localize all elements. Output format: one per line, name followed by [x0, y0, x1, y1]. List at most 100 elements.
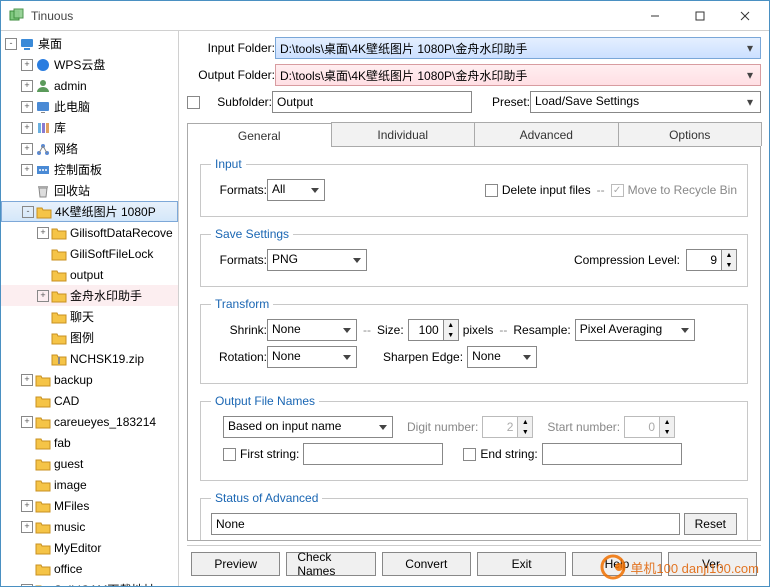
- expand-icon[interactable]: +: [21, 416, 33, 428]
- expand-icon[interactable]: +: [21, 122, 33, 134]
- save-fieldset: Save Settings Formats: PNG Compression L…: [200, 227, 748, 287]
- size-label: Size:: [377, 323, 404, 337]
- tree-node[interactable]: + backup: [1, 369, 178, 390]
- ver-button[interactable]: Ver.: [668, 552, 757, 576]
- size-spinner[interactable]: ▲▼: [408, 319, 459, 341]
- compression-label: Compression Level:: [574, 253, 680, 267]
- expand-icon[interactable]: [21, 479, 33, 491]
- tree-node[interactable]: output: [1, 264, 178, 285]
- tree-node[interactable]: 图例: [1, 327, 178, 348]
- expand-icon[interactable]: +: [21, 80, 33, 92]
- maximize-button[interactable]: [677, 2, 722, 30]
- tree-node[interactable]: +GilisoftDataRecove: [1, 222, 178, 243]
- tree-node[interactable]: office: [1, 558, 178, 579]
- expand-icon[interactable]: -: [5, 38, 17, 50]
- tree-node[interactable]: + SolidCAM下载地址: [1, 579, 178, 586]
- expand-icon[interactable]: +: [21, 521, 33, 533]
- name-base-select[interactable]: Based on input name: [223, 416, 393, 438]
- tree-node[interactable]: -4K壁纸图片 1080P: [1, 201, 178, 222]
- tree-node[interactable]: GiliSoftFileLock: [1, 243, 178, 264]
- minimize-button[interactable]: [632, 2, 677, 30]
- tree-label: SolidCAM下载地址: [54, 581, 155, 586]
- tab-advanced[interactable]: Advanced: [474, 122, 619, 146]
- expand-icon[interactable]: [37, 332, 49, 344]
- tree-node[interactable]: image: [1, 474, 178, 495]
- expand-icon[interactable]: [21, 395, 33, 407]
- expand-icon[interactable]: +: [21, 500, 33, 512]
- subfolder-input[interactable]: [272, 91, 472, 113]
- exit-button[interactable]: Exit: [477, 552, 566, 576]
- tree-node[interactable]: +网络: [1, 138, 178, 159]
- tree-node[interactable]: +控制面板: [1, 159, 178, 180]
- subfolder-checkbox[interactable]: [187, 96, 200, 109]
- preview-button[interactable]: Preview: [191, 552, 280, 576]
- tree-node[interactable]: + admin: [1, 75, 178, 96]
- tree-node[interactable]: +music: [1, 516, 178, 537]
- tree-label: careueyes_183214: [54, 415, 156, 429]
- expand-icon[interactable]: +: [21, 374, 33, 386]
- shrink-select[interactable]: None: [267, 319, 357, 341]
- end-string-checkbox[interactable]: [463, 448, 476, 461]
- tree-label: backup: [54, 373, 93, 387]
- output-folder-combo[interactable]: D:\tools\桌面\4K壁纸图片 1080P\金舟水印助手▾: [275, 64, 761, 86]
- tree-node[interactable]: 聊天: [1, 306, 178, 327]
- expand-icon[interactable]: -: [22, 206, 34, 218]
- first-string-input[interactable]: [303, 443, 443, 465]
- convert-button[interactable]: Convert: [382, 552, 471, 576]
- first-string-checkbox[interactable]: [223, 448, 236, 461]
- expand-icon[interactable]: [21, 185, 33, 197]
- expand-icon[interactable]: +: [37, 227, 49, 239]
- tree-node[interactable]: + careueyes_183214: [1, 411, 178, 432]
- tab-individual[interactable]: Individual: [331, 122, 476, 146]
- tree-node[interactable]: fab: [1, 432, 178, 453]
- tree-label: GiliSoftFileLock: [70, 247, 153, 261]
- sharpen-label: Sharpen Edge:: [383, 350, 463, 364]
- expand-icon[interactable]: +: [37, 290, 49, 302]
- preset-combo[interactable]: Load/Save Settings▾: [530, 91, 761, 113]
- compression-spinner[interactable]: ▲▼: [686, 249, 737, 271]
- expand-icon[interactable]: +: [21, 584, 33, 587]
- expand-icon[interactable]: +: [21, 101, 33, 113]
- tree-node[interactable]: CAD: [1, 390, 178, 411]
- expand-icon[interactable]: +: [21, 164, 33, 176]
- status-input[interactable]: [211, 513, 680, 535]
- tree-label: admin: [54, 79, 87, 93]
- expand-icon[interactable]: [37, 311, 49, 323]
- tree-node[interactable]: +此电脑: [1, 96, 178, 117]
- tree-node[interactable]: guest: [1, 453, 178, 474]
- expand-icon[interactable]: [21, 563, 33, 575]
- tab-general[interactable]: General: [187, 123, 332, 147]
- tree-node[interactable]: +库: [1, 117, 178, 138]
- rotation-select[interactable]: None: [267, 346, 357, 368]
- tree-node[interactable]: 回收站: [1, 180, 178, 201]
- help-button[interactable]: Help: [572, 552, 661, 576]
- delete-input-label: Delete input files: [502, 183, 591, 197]
- sharpen-select[interactable]: None: [467, 346, 537, 368]
- expand-icon[interactable]: +: [21, 59, 33, 71]
- expand-icon[interactable]: [37, 248, 49, 260]
- tree-label: office: [54, 562, 82, 576]
- save-formats-select[interactable]: PNG: [267, 249, 367, 271]
- folder-tree[interactable]: -桌面+WPS云盘+admin+此电脑+库+网络+控制面板回收站-4K壁纸图片 …: [1, 31, 179, 586]
- input-folder-combo[interactable]: D:\tools\桌面\4K壁纸图片 1080P\金舟水印助手▾: [275, 37, 761, 59]
- resample-select[interactable]: Pixel Averaging: [575, 319, 695, 341]
- tree-node[interactable]: +WPS云盘: [1, 54, 178, 75]
- expand-icon[interactable]: [21, 437, 33, 449]
- tree-node[interactable]: MyEditor: [1, 537, 178, 558]
- expand-icon[interactable]: [37, 353, 49, 365]
- check-names-button[interactable]: Check Names: [286, 552, 375, 576]
- delete-input-checkbox[interactable]: [485, 184, 498, 197]
- tree-node[interactable]: NCHSK19.zip: [1, 348, 178, 369]
- expand-icon[interactable]: [37, 269, 49, 281]
- expand-icon[interactable]: [21, 542, 33, 554]
- tab-options[interactable]: Options: [618, 122, 763, 146]
- close-button[interactable]: [722, 2, 767, 30]
- tree-node[interactable]: -桌面: [1, 33, 178, 54]
- end-string-input[interactable]: [542, 443, 682, 465]
- expand-icon[interactable]: +: [21, 143, 33, 155]
- input-formats-select[interactable]: All: [267, 179, 325, 201]
- reset-button[interactable]: Reset: [684, 513, 737, 535]
- tree-node[interactable]: +金舟水印助手: [1, 285, 178, 306]
- expand-icon[interactable]: [21, 458, 33, 470]
- tree-node[interactable]: +MFiles: [1, 495, 178, 516]
